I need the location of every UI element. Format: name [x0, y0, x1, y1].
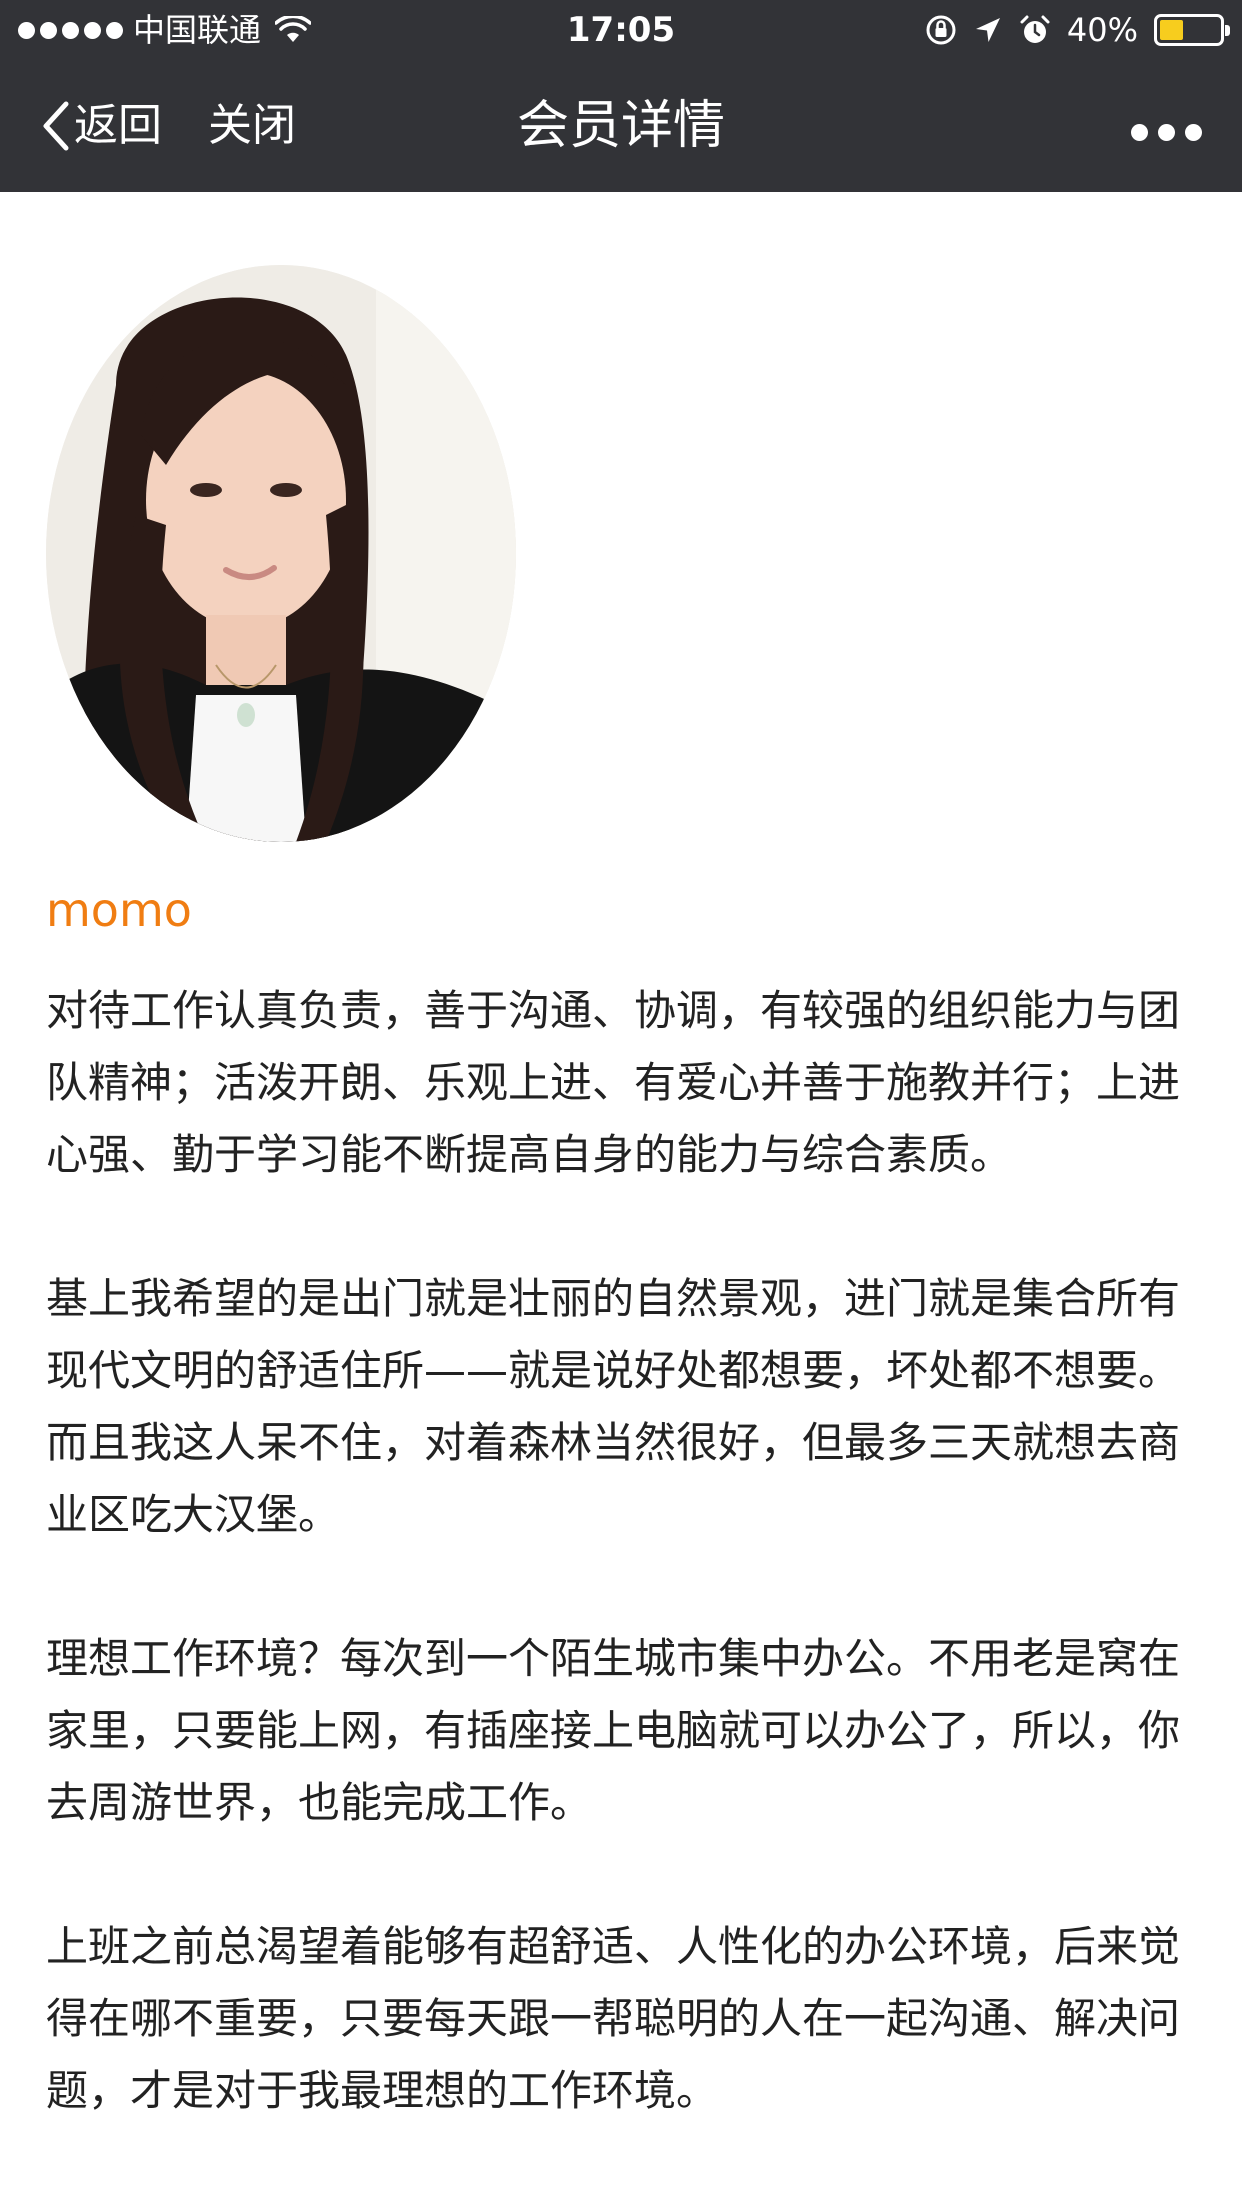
battery-percent: 40%	[1066, 11, 1138, 49]
avatar	[46, 265, 516, 842]
bio-paragraph: 基上我希望的是出门就是壮丽的自然景观，进门就是集合所有现代文明的舒适住所——就是…	[46, 1274, 1181, 1539]
member-name: momo	[46, 883, 192, 937]
member-bio: 对待工作认真负责，善于沟通、协调，有较强的组织能力与团队精神；活泼开朗、乐观上进…	[46, 975, 1196, 2199]
lock-rotation-icon	[926, 15, 956, 45]
more-dots-icon[interactable]	[1131, 112, 1202, 153]
battery-level-fill	[1160, 20, 1184, 40]
page-title: 会员详情	[516, 96, 725, 156]
alarm-icon	[1020, 15, 1050, 43]
bio-paragraph: 理想工作环境？每次到一个陌生城市集中办公。不用老是窝在家里，只要能上网，有插座接…	[46, 1634, 1181, 1827]
avatar-photo	[46, 265, 516, 842]
bio-paragraph: 上班之前总渴望着能够有超舒适、人性化的办公环境，后来觉得在哪不重要，只要每天跟一…	[46, 1922, 1181, 2115]
status-right: 40%	[925, 10, 1230, 50]
battery-icon	[1154, 14, 1230, 46]
bio-paragraph: 对待工作认真负责，善于沟通、协调，有较强的组织能力与团队精神；活泼开朗、乐观上进…	[46, 986, 1181, 1179]
status-bar: 中国联通 17:05 40%	[0, 0, 1242, 60]
navigation-bar: 返回 关闭 会员详情	[0, 60, 1242, 192]
location-arrow-icon	[975, 18, 1000, 42]
